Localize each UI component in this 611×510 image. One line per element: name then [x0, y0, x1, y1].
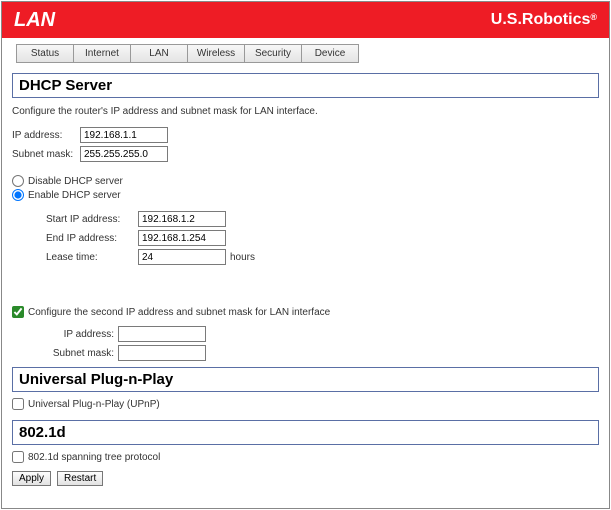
app-frame: LAN U.S.Robotics® Status Internet LAN Wi… — [1, 1, 610, 509]
dhcp-description: Configure the router's IP address and su… — [12, 106, 599, 117]
tab-device[interactable]: Device — [301, 44, 359, 63]
enable-dhcp-radio[interactable] — [12, 189, 24, 201]
second-ip-row: IP address: — [46, 326, 599, 342]
restart-button[interactable]: Restart — [57, 471, 103, 486]
start-ip-label: Start IP address: — [46, 214, 138, 225]
disable-dhcp-radio[interactable] — [12, 175, 24, 187]
content-area: DHCP Server Configure the router's IP ad… — [2, 73, 609, 494]
header-bar: LAN U.S.Robotics® — [2, 2, 609, 38]
subnet-input[interactable] — [80, 146, 168, 162]
upnp-check-row[interactable]: Universal Plug-n-Play (UPnP) — [12, 398, 599, 410]
apply-button[interactable]: Apply — [12, 471, 51, 486]
tab-internet[interactable]: Internet — [73, 44, 131, 63]
second-subnet-row: Subnet mask: — [46, 345, 599, 361]
upnp-check-label: Universal Plug-n-Play (UPnP) — [28, 399, 160, 410]
stp-checkbox[interactable] — [12, 451, 24, 463]
lease-unit: hours — [230, 252, 255, 263]
nav-tabs: Status Internet LAN Wireless Security De… — [2, 38, 609, 69]
ip-row: IP address: — [12, 127, 599, 143]
ip-label: IP address: — [12, 130, 80, 141]
button-row: Apply Restart — [12, 471, 599, 486]
end-ip-row: End IP address: — [46, 230, 599, 246]
tab-wireless[interactable]: Wireless — [187, 44, 245, 63]
section-dhcp-title: DHCP Server — [12, 73, 599, 98]
second-ip-label: IP address: — [46, 329, 118, 340]
second-ip-input[interactable] — [118, 326, 206, 342]
stp-check-row[interactable]: 802.1d spanning tree protocol — [12, 451, 599, 463]
section-upnp-title: Universal Plug-n-Play — [12, 367, 599, 392]
page-title: LAN — [14, 9, 55, 32]
end-ip-label: End IP address: — [46, 233, 138, 244]
disable-dhcp-label: Disable DHCP server — [28, 176, 123, 187]
lease-input[interactable] — [138, 249, 226, 265]
stp-check-label: 802.1d spanning tree protocol — [28, 452, 160, 463]
enable-dhcp-row[interactable]: Enable DHCP server — [12, 189, 599, 201]
section-stp-title: 802.1d — [12, 420, 599, 445]
tab-security[interactable]: Security — [244, 44, 302, 63]
tab-status[interactable]: Status — [16, 44, 74, 63]
brand-logo: U.S.Robotics® — [491, 11, 597, 29]
second-ip-checkbox[interactable] — [12, 306, 24, 318]
second-subnet-label: Subnet mask: — [46, 348, 118, 359]
dhcp-range-group: Start IP address: End IP address: Lease … — [46, 211, 599, 265]
disable-dhcp-row[interactable]: Disable DHCP server — [12, 175, 599, 187]
tab-lan[interactable]: LAN — [130, 44, 188, 63]
subnet-label: Subnet mask: — [12, 149, 80, 160]
lease-label: Lease time: — [46, 252, 138, 263]
ip-input[interactable] — [80, 127, 168, 143]
second-ip-group: IP address: Subnet mask: — [46, 326, 599, 361]
start-ip-row: Start IP address: — [46, 211, 599, 227]
brand-text: U.S.Robotics — [491, 11, 591, 28]
upnp-checkbox[interactable] — [12, 398, 24, 410]
brand-reg: ® — [590, 12, 597, 22]
lease-row: Lease time: hours — [46, 249, 599, 265]
subnet-row: Subnet mask: — [12, 146, 599, 162]
enable-dhcp-label: Enable DHCP server — [28, 190, 121, 201]
end-ip-input[interactable] — [138, 230, 226, 246]
second-ip-check-label: Configure the second IP address and subn… — [28, 307, 330, 318]
second-subnet-input[interactable] — [118, 345, 206, 361]
second-ip-check-row[interactable]: Configure the second IP address and subn… — [12, 306, 599, 318]
start-ip-input[interactable] — [138, 211, 226, 227]
